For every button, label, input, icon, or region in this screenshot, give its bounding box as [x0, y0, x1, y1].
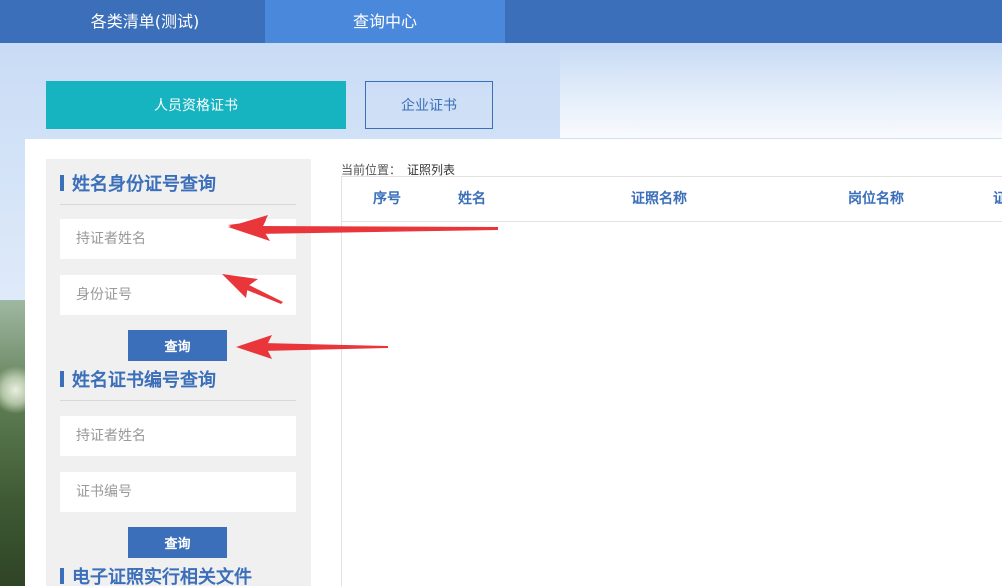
- section-title-docs: 电子证照实行相关文件: [60, 554, 296, 586]
- section-title-cert-query: 姓名证书编号查询: [60, 357, 296, 401]
- column-header-cert-name: 证照名称: [631, 191, 687, 207]
- cert-list-table: 序号 姓名 证照名称 岗位名称 证: [341, 176, 1002, 586]
- column-header-post-name: 岗位名称: [848, 191, 904, 207]
- column-header-name: 姓名: [458, 191, 486, 207]
- section-marker: [60, 174, 64, 191]
- background-foliage: [0, 360, 26, 420]
- person-cert-button[interactable]: 人员资格证书: [46, 81, 346, 129]
- top-nav: 各类清单(测试) 查询中心: [0, 0, 1002, 43]
- cert-number-input[interactable]: [60, 472, 296, 512]
- column-header-seq: 序号: [373, 191, 401, 207]
- background-cloud: [560, 48, 1002, 138]
- background-tree: [0, 300, 26, 586]
- table-header: 序号 姓名 证照名称 岗位名称 证: [342, 177, 1002, 222]
- section-title-text[interactable]: 电子证照实行相关文件: [72, 563, 252, 586]
- tab-lists[interactable]: 各类清单(测试): [25, 0, 265, 43]
- id-number-input[interactable]: [60, 275, 296, 315]
- section-marker: [60, 568, 64, 584]
- tab-query-center[interactable]: 查询中心: [265, 0, 505, 43]
- breadcrumb-label: 当前位置：: [341, 163, 402, 177]
- column-header-truncated: 证: [993, 191, 1002, 207]
- section-marker: [60, 370, 64, 387]
- section-title-text: 姓名证书编号查询: [72, 369, 216, 391]
- query-sidebar: 姓名身份证号查询 查询 姓名证书编号查询 查询 电子证照实行相关文件: [46, 159, 311, 586]
- section-title-id-query: 姓名身份证号查询: [60, 161, 296, 205]
- company-cert-button[interactable]: 企业证书: [365, 81, 493, 129]
- breadcrumb-current: 证照列表: [407, 163, 456, 177]
- holder-name-input[interactable]: [60, 219, 296, 259]
- holder-name-input-2[interactable]: [60, 416, 296, 456]
- section-title-text: 姓名身份证号查询: [72, 173, 216, 195]
